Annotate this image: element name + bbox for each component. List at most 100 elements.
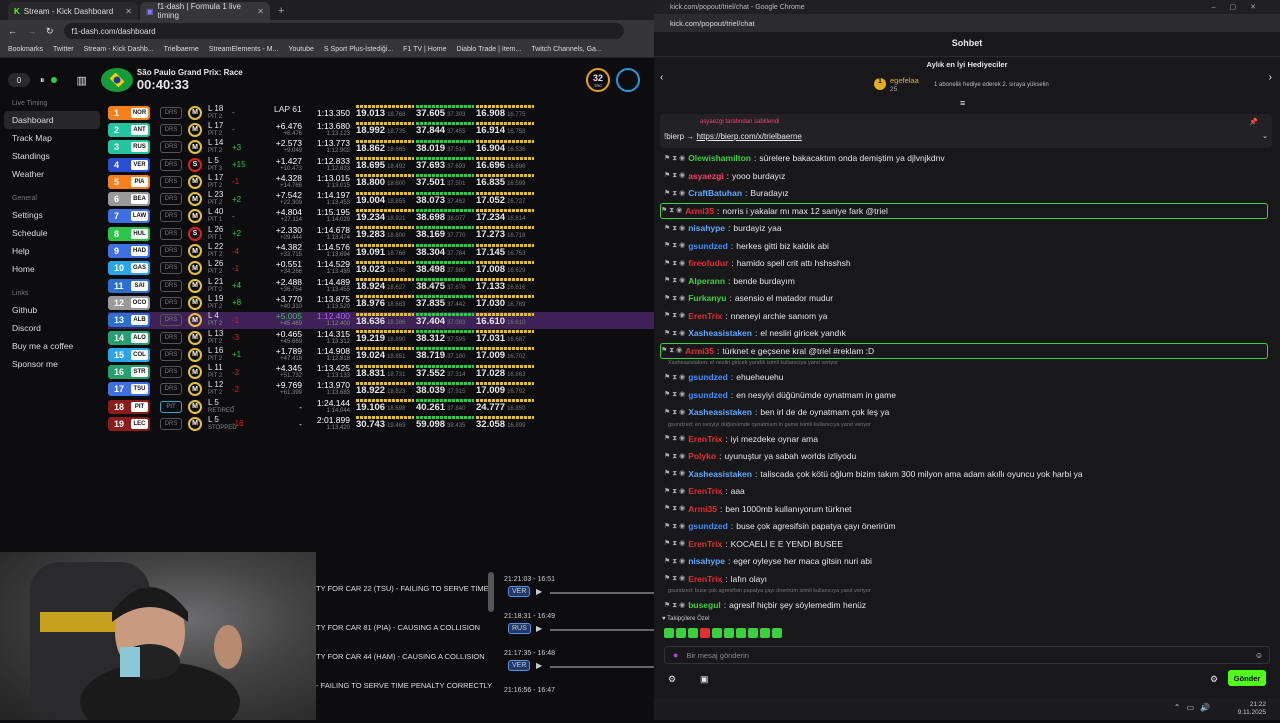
chat-message[interactable]: ⚑ ⧗ ◉ busegul: agresif hiçbir şey söylem… <box>664 597 1264 613</box>
chat-message[interactable]: ⚑ ⧗ ◉ ErenTrix: aaa <box>664 483 1264 499</box>
tab-f1-dash[interactable]: ▣ f1-dash | Formula 1 live timing ✕ <box>140 2 270 20</box>
reload-icon[interactable]: ↻ <box>46 26 54 37</box>
bookmark-item[interactable]: F1 TV | Home <box>403 46 446 53</box>
chat-message[interactable]: ⚑ ⧗ ◉ Armi35: türknet e geçsene kral @tr… <box>660 342 1268 359</box>
timing-row[interactable]: 1 NOR DRS M L 18 PIT 2 - 1:13.350 19.013 18… <box>108 104 654 121</box>
chat-username[interactable]: ErenTrix <box>688 539 722 549</box>
chevron-left-icon[interactable]: ‹ <box>660 72 663 83</box>
sidebar-item-weather[interactable]: Weather <box>0 165 104 183</box>
chat-message[interactable]: ⚑ ⧗ ◉ Armi35: ben 1000mb kullanıyorum tü… <box>664 501 1264 517</box>
chat-username[interactable]: Armi35 <box>688 504 717 514</box>
timing-row[interactable]: 19 LEC DRS M L 5 STOPPED -16 - 2:01.899 1:1… <box>108 415 654 432</box>
new-tab-button[interactable]: + <box>272 5 290 20</box>
emote-icon[interactable] <box>676 628 686 638</box>
pinned-link[interactable]: https://bierp.com/x/trielbaerne <box>696 132 801 141</box>
sidebar-item-schedule[interactable]: Schedule <box>0 224 104 242</box>
chat-username[interactable]: Xasheasistaken <box>688 407 752 417</box>
sidebar-item-dashboard[interactable]: Dashboard <box>4 111 100 129</box>
radio-progress[interactable] <box>550 592 654 594</box>
emote-icon[interactable] <box>736 628 746 638</box>
chat-username[interactable]: ErenTrix <box>688 574 722 584</box>
sidebar-item-discord[interactable]: Discord <box>0 319 104 337</box>
bookmark-item[interactable]: StreamElements - M... <box>209 46 279 53</box>
gift-icon[interactable]: ▣ <box>700 674 709 685</box>
timing-row[interactable]: 15 COL DRS M L 16 PIT 2 +1 +1.789 +47.418 1… <box>108 346 654 363</box>
back-icon[interactable]: ← <box>8 26 17 36</box>
bookmark-item[interactable]: Bookmarks <box>8 46 43 53</box>
timing-row[interactable]: 14 ALO DRS M L 13 PIT 2 -3 +0.465 +45.669 1… <box>108 329 654 346</box>
radio-progress[interactable] <box>550 666 654 668</box>
emote-icon[interactable] <box>712 628 722 638</box>
chat-address-bar[interactable]: kick.com/popout/triel/chat <box>654 14 1280 32</box>
chat-username[interactable]: Olewishamilton <box>688 153 751 163</box>
chat-message[interactable]: ⚑ ⧗ ◉ fireofudur: hamido spell crit attı… <box>664 255 1264 271</box>
chat-message[interactable]: ⚑ ⧗ ◉ Alperann: bende burdayım <box>664 273 1264 289</box>
chat-username[interactable]: gsundzed <box>688 241 728 251</box>
bookmark-item[interactable]: Youtube <box>288 46 313 53</box>
sidebar-item-track-map[interactable]: Track Map <box>0 129 104 147</box>
timing-row[interactable]: 10 GAS DRS M L 26 PIT 2 -1 +0.551 +34.266 1… <box>108 260 654 277</box>
chat-username[interactable]: Alperann <box>688 276 725 286</box>
tray-icons[interactable]: ⌃▭🔊 <box>1174 703 1216 712</box>
chat-username[interactable]: busegul <box>688 600 721 610</box>
radio-progress[interactable] <box>550 629 654 631</box>
emote-icon[interactable] <box>724 628 734 638</box>
chat-username[interactable]: ErenTrix <box>688 434 722 444</box>
sidebar-item-github[interactable]: Github <box>0 301 104 319</box>
chevron-right-icon[interactable]: › <box>1269 72 1272 83</box>
chat-username[interactable]: Xasheasistaken <box>688 469 752 479</box>
chat-message[interactable]: ⚑ ⧗ ◉ Xasheasistaken: el nesliri giricek… <box>664 325 1264 341</box>
sidebar-item-buy-coffee[interactable]: Buy me a coffee <box>0 337 104 355</box>
chevron-down-icon[interactable]: ⌄ <box>1262 132 1268 140</box>
bookmark-item[interactable]: S Sport Plus-İstediği... <box>324 46 393 53</box>
bookmark-item[interactable]: Twitter <box>53 46 74 53</box>
forward-icon[interactable]: → <box>27 26 36 36</box>
chat-message[interactable]: ⚑ ⧗ ◉ Polyko: uyunuştur ya sabah worlds … <box>664 448 1264 464</box>
chat-tools-icon[interactable]: ⚙ <box>668 674 676 685</box>
timing-row[interactable]: 16 STR DRS M L 11 PIT 2 -2 +4.345 +51.732 1… <box>108 363 654 380</box>
chat-message[interactable]: ⚑ ⧗ ◉ nisahype: eger oyleyse her maca gi… <box>664 553 1264 569</box>
chat-username[interactable]: Armi35 <box>685 206 714 216</box>
chat-input[interactable]: ● Bir mesaj gönderin ☺ <box>664 646 1270 664</box>
chat-message[interactable]: ⚑ ⧗ ◉ CraftBatuhan: Buradayız <box>664 185 1264 201</box>
sidebar-item-standings[interactable]: Standings <box>0 147 104 165</box>
mic-icon[interactable]: ● <box>673 650 678 660</box>
emote-icon[interactable] <box>700 628 710 638</box>
timing-row[interactable]: 17 TSU DRS M L 12 PIT 2 -2 +9.769 +61.399 1… <box>108 381 654 398</box>
chat-message[interactable]: ⚑ ⧗ ◉ Xasheasistaken: ben irl de de oyna… <box>664 404 1264 420</box>
chat-username[interactable]: CraftBatuhan <box>688 188 742 198</box>
emoji-icon[interactable]: ☺ <box>1255 651 1263 660</box>
chat-message[interactable]: ⚑ ⧗ ◉ ErenTrix: nneneyi archie sanıom ya <box>664 308 1264 324</box>
chat-message[interactable]: ⚑ ⧗ ◉ gsundzed: en nesyiyi düğünümde oyn… <box>664 387 1264 403</box>
chat-message[interactable]: ⚑ ⧗ ◉ Furkanyu: asensio el matador mudur <box>664 290 1264 306</box>
timing-row[interactable]: 6 BEA DRS M L 23 PIT 2 +2 +7.542 +22.309 1:… <box>108 190 654 207</box>
chat-username[interactable]: gsundzed <box>688 372 728 382</box>
send-button[interactable]: Gönder <box>1228 670 1266 686</box>
chat-message[interactable]: ⚑ ⧗ ◉ gsundzed: herkes gitti biz kaldık … <box>664 238 1264 254</box>
chat-message[interactable]: ⚑ ⧗ ◉ nisahype: burdayiz yaa <box>664 220 1264 236</box>
timing-row[interactable]: 7 LAW DRS M L 40 PIT 1 - +4.804 +27.114 1:1… <box>108 208 654 225</box>
chat-username[interactable]: gsundzed <box>688 390 728 400</box>
chat-username[interactable]: Armi35 <box>685 346 714 356</box>
play-icon[interactable]: ▶ <box>536 587 542 596</box>
chat-message[interactable]: ⚑ ⧗ ◉ ErenTrix: lafın olayı <box>664 571 1264 587</box>
chat-username[interactable]: Xasheasistaken <box>688 328 752 338</box>
sidebar-toggle-icon[interactable]: ▥ <box>77 74 87 87</box>
window-controls-icon[interactable]: –▢✕ <box>1212 3 1270 11</box>
tab-kick-dashboard[interactable]: K Stream - Kick Dashboard ✕ <box>8 2 138 20</box>
scrollbar[interactable] <box>488 572 494 612</box>
bookmark-item[interactable]: Diablo Trade | Item... <box>456 46 521 53</box>
filter-icon[interactable]: ≡ <box>960 98 965 108</box>
sidebar-item-home[interactable]: Home <box>0 260 104 278</box>
chat-message[interactable]: ⚑ ⧗ ◉ Olewishamilton: sürelere bakacaktı… <box>664 150 1264 166</box>
timing-row[interactable]: 18 PIT PIT M L 5 RETIRED - - 1:24.144 1:14.… <box>108 398 654 415</box>
chat-username[interactable]: nisahype <box>688 223 725 233</box>
chat-username[interactable]: ErenTrix <box>688 311 722 321</box>
timing-row[interactable]: 2 ANT DRS M L 17 PIT 2 - +6.476 +6.476 1:13… <box>108 121 654 138</box>
timing-row[interactable]: 4 VER DRS S L 5 PIT 3 +15 +1.427 +10.473 1:… <box>108 156 654 173</box>
timing-row[interactable]: 3 RUS DRS M L 14 PIT 2 +3 +2.573 +9.049 1:1… <box>108 139 654 156</box>
chat-message[interactable]: ⚑ ⧗ ◉ gsundzed: ehueheuehu <box>664 369 1264 385</box>
address-bar[interactable]: f1-dash.com/dashboard <box>63 23 624 39</box>
play-icon[interactable]: ▶ <box>536 624 542 633</box>
chat-username[interactable]: gsundzed <box>688 521 728 531</box>
